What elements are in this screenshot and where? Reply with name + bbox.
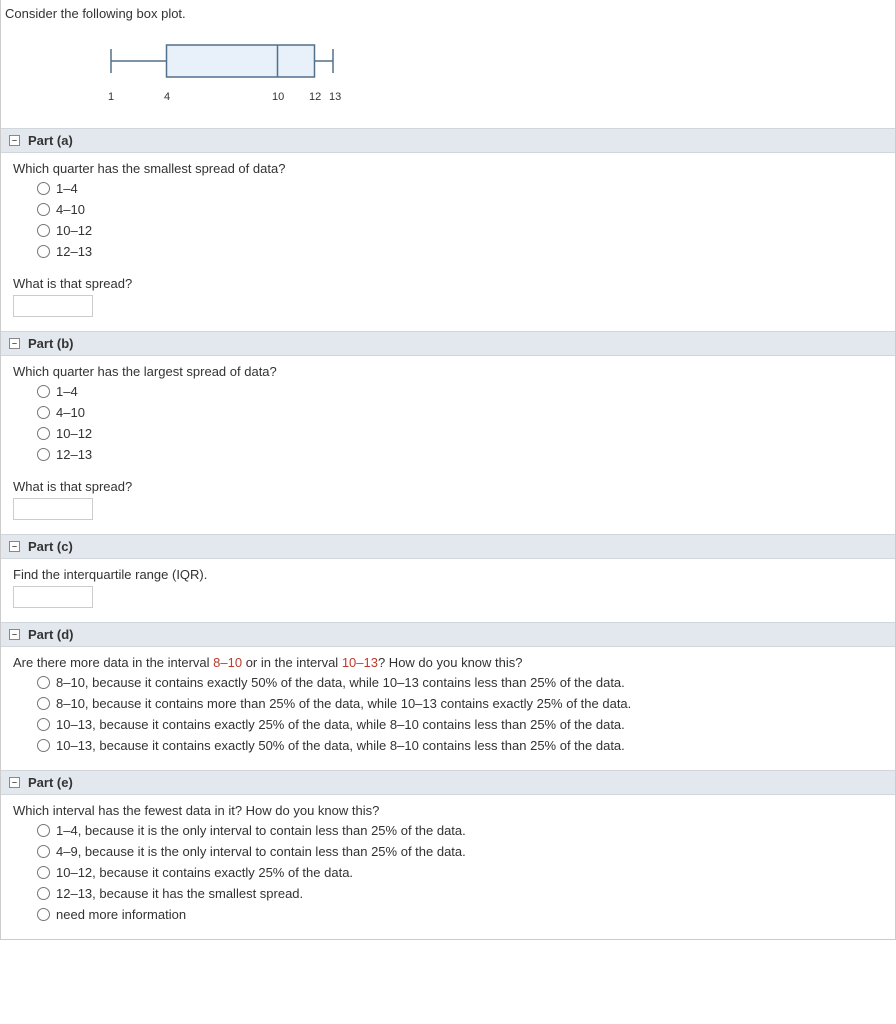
radio-a-0[interactable] [37, 182, 50, 195]
part-c-title: Part (c) [28, 539, 73, 554]
tick-1: 1 [108, 91, 114, 103]
option-label: 10–12, because it contains exactly 25% o… [56, 865, 353, 880]
radio-e-0[interactable] [37, 824, 50, 837]
part-c-header[interactable]: – Part (c) [1, 534, 895, 559]
option-row: need more information [37, 904, 883, 925]
part-a-question: Which quarter has the smallest spread of… [13, 161, 883, 176]
collapse-icon[interactable]: – [9, 135, 20, 146]
radio-b-2[interactable] [37, 427, 50, 440]
boxplot-svg [71, 41, 391, 89]
part-b-body: Which quarter has the largest spread of … [1, 356, 895, 534]
radio-e-1[interactable] [37, 845, 50, 858]
option-label: 4–10 [56, 202, 85, 217]
radio-e-3[interactable] [37, 887, 50, 900]
option-row: 1–4 [37, 381, 883, 402]
option-row: 1–4 [37, 178, 883, 199]
option-row: 4–10 [37, 402, 883, 423]
part-c-body: Find the interquartile range (IQR). [1, 559, 895, 622]
radio-a-3[interactable] [37, 245, 50, 258]
part-b-subq: What is that spread? [13, 479, 883, 494]
radio-b-1[interactable] [37, 406, 50, 419]
option-label: 10–12 [56, 426, 92, 441]
option-row: 8–10, because it contains more than 25% … [37, 693, 883, 714]
option-label: 4–9, because it is the only interval to … [56, 844, 466, 859]
radio-e-2[interactable] [37, 866, 50, 879]
radio-d-3[interactable] [37, 739, 50, 752]
option-row: 12–13, because it has the smallest sprea… [37, 883, 883, 904]
option-row: 4–10 [37, 199, 883, 220]
part-a-options: 1–4 4–10 10–12 12–13 [37, 178, 883, 262]
part-b-options: 1–4 4–10 10–12 12–13 [37, 381, 883, 465]
q-text: or in the interval [242, 655, 342, 670]
option-label: 8–10, because it contains more than 25% … [56, 696, 631, 711]
radio-d-2[interactable] [37, 718, 50, 731]
radio-a-1[interactable] [37, 203, 50, 216]
tick-13: 13 [329, 91, 341, 103]
option-label: 8–10, because it contains exactly 50% of… [56, 675, 625, 690]
option-label: need more information [56, 907, 186, 922]
box-plot: 1 4 10 12 13 [1, 23, 895, 128]
tick-10: 10 [272, 91, 284, 103]
page-container: Consider the following box plot. 1 4 10 … [0, 0, 896, 940]
part-a-answer-input[interactable] [13, 295, 93, 317]
part-c-question: Find the interquartile range (IQR). [13, 567, 883, 582]
option-label: 12–13 [56, 447, 92, 462]
option-row: 1–4, because it is the only interval to … [37, 820, 883, 841]
part-a-body: Which quarter has the smallest spread of… [1, 153, 895, 331]
option-row: 8–10, because it contains exactly 50% of… [37, 672, 883, 693]
option-row: 12–13 [37, 444, 883, 465]
part-a-subq: What is that spread? [13, 276, 883, 291]
radio-b-3[interactable] [37, 448, 50, 461]
collapse-icon[interactable]: – [9, 338, 20, 349]
radio-a-2[interactable] [37, 224, 50, 237]
option-label: 4–10 [56, 405, 85, 420]
option-label: 1–4, because it is the only interval to … [56, 823, 466, 838]
part-b-answer-input[interactable] [13, 498, 93, 520]
option-label: 10–13, because it contains exactly 25% o… [56, 717, 625, 732]
radio-d-1[interactable] [37, 697, 50, 710]
option-row: 10–13, because it contains exactly 50% o… [37, 735, 883, 756]
collapse-icon[interactable]: – [9, 541, 20, 552]
option-row: 10–12 [37, 220, 883, 241]
collapse-icon[interactable]: – [9, 777, 20, 788]
option-label: 10–12 [56, 223, 92, 238]
option-label: 12–13, because it has the smallest sprea… [56, 886, 303, 901]
part-d-header[interactable]: – Part (d) [1, 622, 895, 647]
intro-text: Consider the following box plot. [1, 0, 895, 23]
radio-d-0[interactable] [37, 676, 50, 689]
option-label: 12–13 [56, 244, 92, 259]
part-a-header[interactable]: – Part (a) [1, 128, 895, 153]
part-e-body: Which interval has the fewest data in it… [1, 795, 895, 939]
q-highlight: 8–10 [213, 655, 242, 670]
part-e-title: Part (e) [28, 775, 73, 790]
option-label: 1–4 [56, 181, 78, 196]
option-label: 10–13, because it contains exactly 50% o… [56, 738, 625, 753]
q-highlight: 10–13 [342, 655, 378, 670]
q-text: ? How do you know this? [378, 655, 523, 670]
part-d-title: Part (d) [28, 627, 74, 642]
option-label: 1–4 [56, 384, 78, 399]
option-row: 4–9, because it is the only interval to … [37, 841, 883, 862]
part-e-question: Which interval has the fewest data in it… [13, 803, 883, 818]
collapse-icon[interactable]: – [9, 629, 20, 640]
tick-4: 4 [164, 91, 170, 103]
part-e-options: 1–4, because it is the only interval to … [37, 820, 883, 925]
q-text: Are there more data in the interval [13, 655, 213, 670]
option-row: 10–12, because it contains exactly 25% o… [37, 862, 883, 883]
option-row: 12–13 [37, 241, 883, 262]
option-row: 10–13, because it contains exactly 25% o… [37, 714, 883, 735]
part-b-header[interactable]: – Part (b) [1, 331, 895, 356]
part-c-answer-input[interactable] [13, 586, 93, 608]
option-row: 10–12 [37, 423, 883, 444]
part-d-question: Are there more data in the interval 8–10… [13, 655, 883, 670]
radio-e-4[interactable] [37, 908, 50, 921]
part-d-body: Are there more data in the interval 8–10… [1, 647, 895, 770]
part-e-header[interactable]: – Part (e) [1, 770, 895, 795]
radio-b-0[interactable] [37, 385, 50, 398]
part-a-title: Part (a) [28, 133, 73, 148]
tick-12: 12 [309, 91, 321, 103]
part-b-question: Which quarter has the largest spread of … [13, 364, 883, 379]
part-b-title: Part (b) [28, 336, 74, 351]
part-d-options: 8–10, because it contains exactly 50% of… [37, 672, 883, 756]
